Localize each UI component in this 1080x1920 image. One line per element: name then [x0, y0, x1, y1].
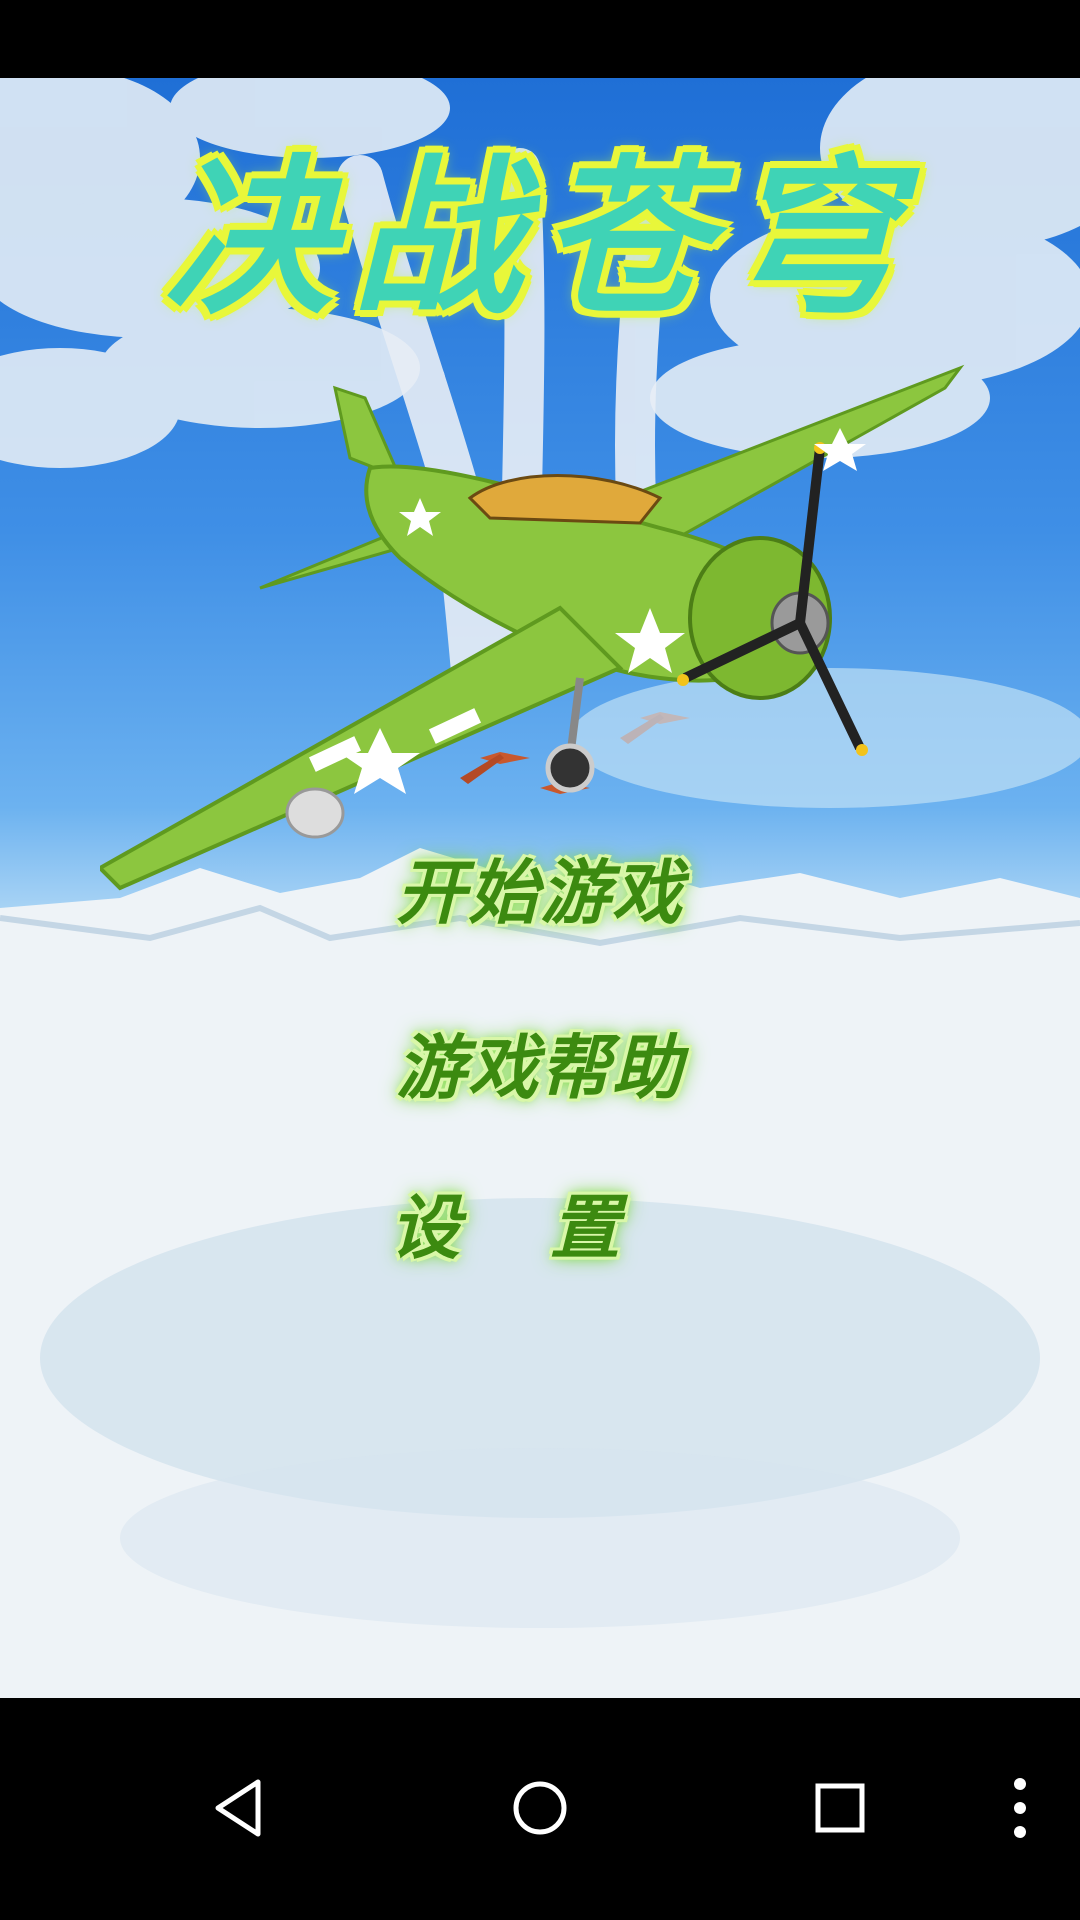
game-help-button[interactable]: 游戏帮助 [390, 1023, 690, 1113]
home-icon[interactable] [500, 1768, 580, 1848]
start-game-button[interactable]: 开始游戏 [390, 848, 690, 938]
status-bar [0, 0, 1080, 78]
recents-icon[interactable] [800, 1768, 880, 1848]
settings-button[interactable]: 设置 [370, 1183, 670, 1273]
game-menu-screen: 决战苍穹 开始游戏 游戏帮助 设置 [0, 78, 1080, 1698]
game-title: 决战苍穹 [163, 138, 916, 338]
screen: 决战苍穹 开始游戏 游戏帮助 设置 [0, 0, 1080, 1920]
back-icon[interactable] [200, 1768, 280, 1848]
fighter-plane-illustration [100, 364, 965, 891]
more-vert-icon[interactable] [980, 1768, 1060, 1848]
